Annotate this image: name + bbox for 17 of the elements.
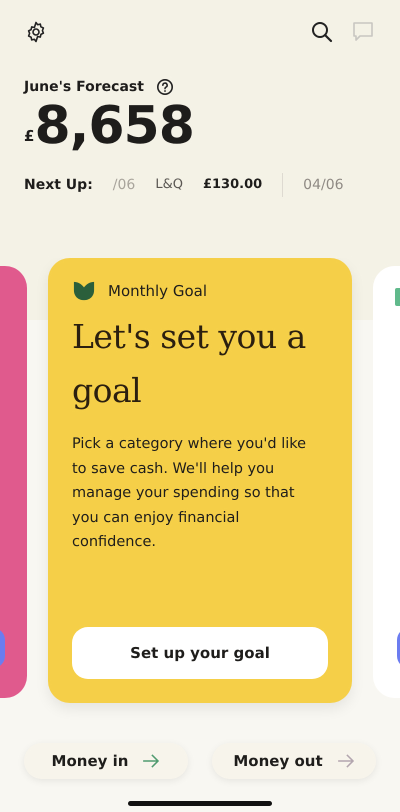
- card-title: Let's set you a goal: [72, 316, 307, 412]
- payment-amount: £130.00: [202, 177, 262, 194]
- search-icon[interactable]: [310, 20, 334, 44]
- payee-name: L&Q: [155, 177, 183, 194]
- help-icon[interactable]: [156, 78, 174, 96]
- forecast-label: June's Forecast: [24, 79, 144, 95]
- payment-date: 04/06: [303, 177, 344, 194]
- forecast-amount: 8,658: [34, 98, 194, 156]
- leaf-icon: [72, 280, 96, 302]
- payment-date: /06: [112, 177, 136, 194]
- card-tag: Monthly Goal: [108, 282, 207, 300]
- next-up-label: Next Up:: [24, 177, 93, 194]
- money-button[interactable]: Money out: [212, 743, 376, 779]
- money-button[interactable]: Money in: [24, 743, 188, 779]
- currency-symbol: £: [24, 127, 34, 146]
- card-description: Pick a category where you'd like to save cash. We'll help you manage your spending so that you can enjoy financial confidence.: [72, 435, 307, 552]
- setup-goal-button[interactable]: Set up your goal: [72, 627, 328, 679]
